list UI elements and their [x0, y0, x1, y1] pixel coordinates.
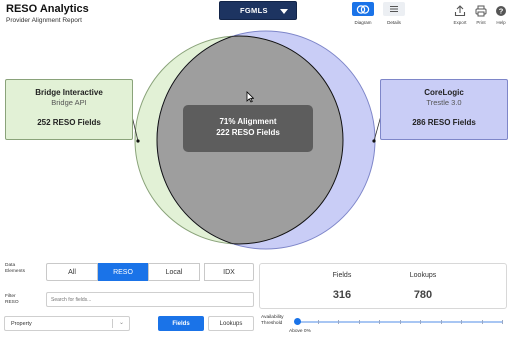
slider-tick [358, 320, 360, 324]
slider-tick [502, 320, 503, 324]
lookups-stat-value: 780 [413, 289, 433, 301]
alignment-summary: 71% Alignment 222 RESO Fields [183, 105, 313, 152]
select-divider [112, 319, 113, 328]
segment-local-label: Local [165, 268, 183, 276]
segment-all-label: All [68, 268, 76, 276]
slider-tick [317, 320, 319, 324]
filter-reso-label: Filter RESO [5, 294, 19, 305]
segment-all[interactable]: All [46, 263, 98, 281]
right-provider-card[interactable]: CoreLogic Trestle 3.0 286 RESO Fields [380, 79, 508, 140]
slider-tick [461, 320, 462, 324]
resource-select[interactable]: Property ⌄ [4, 316, 130, 331]
slider-tick [338, 320, 339, 324]
fields-button[interactable]: Fields [158, 316, 204, 331]
slider-tick [420, 320, 421, 324]
segment-reso[interactable]: RESO [98, 263, 148, 281]
availability-threshold-label: Availability Threshold [261, 315, 284, 326]
left-connector-dot [136, 139, 140, 143]
right-provider-name: CoreLogic [424, 88, 464, 97]
fields-stat-label: Fields [332, 272, 352, 279]
chevron-down-icon: ⌄ [118, 320, 124, 326]
slider-tick [379, 320, 380, 324]
slider-tick [481, 320, 483, 324]
stats-panel: Fields 316 Lookups 780 [259, 263, 507, 309]
lookups-button[interactable]: Lookups [208, 316, 254, 331]
left-provider-api: Bridge API [51, 98, 87, 107]
field-search-input[interactable] [46, 292, 254, 307]
fields-stat-value: 316 [332, 289, 352, 301]
right-provider-api: Trestle 3.0 [426, 98, 462, 107]
shared-field-count: 222 RESO Fields [216, 128, 280, 137]
threshold-caption: Above 0% [289, 329, 311, 334]
slider-tick [440, 320, 442, 324]
segment-idx[interactable]: IDX [204, 263, 254, 281]
right-provider-field-count: 286 RESO Fields [412, 118, 476, 127]
segment-reso-label: RESO [113, 268, 133, 276]
segment-idx-label: IDX [223, 268, 235, 276]
right-connector-dot [372, 139, 376, 143]
alignment-percent: 71% Alignment [219, 117, 277, 126]
left-provider-card[interactable]: Bridge Interactive Bridge API 252 RESO F… [5, 79, 133, 140]
segment-local[interactable]: Local [148, 263, 200, 281]
lookups-stat-label: Lookups [409, 272, 437, 279]
data-elements-label: Data Elements [5, 263, 25, 274]
threshold-slider-thumb[interactable] [294, 318, 301, 325]
left-provider-field-count: 252 RESO Fields [37, 118, 101, 127]
mouse-cursor-icon [246, 91, 254, 103]
slider-tick [399, 320, 401, 324]
resource-select-value: Property [11, 320, 32, 327]
left-provider-name: Bridge Interactive [35, 88, 103, 97]
